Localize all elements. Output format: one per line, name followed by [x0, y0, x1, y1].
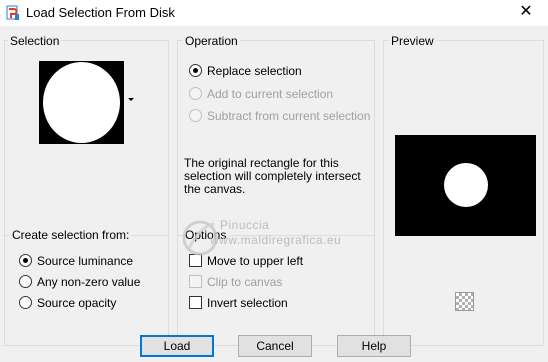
checkbox-label: Clip to canvas [207, 275, 283, 289]
operation-description: The original rectangle for this selectio… [184, 156, 361, 196]
operation-group-label: Operation [183, 34, 240, 48]
radio-label: Source opacity [37, 296, 117, 310]
app-icon [6, 5, 20, 21]
radio-label: Any non-zero value [37, 275, 141, 289]
radio-label: Source luminance [37, 254, 134, 268]
radio-label: Subtract from current selection [207, 109, 371, 123]
checkbox-clip-to-canvas: Clip to canvas [189, 274, 282, 290]
create-from-group [4, 235, 169, 346]
radio-label: Replace selection [207, 64, 302, 78]
radio-source-luminance[interactable]: Source luminance [19, 253, 133, 269]
dialog-client: Selection Operation Replace selection Ad… [0, 26, 548, 362]
selection-group-label: Selection [8, 34, 62, 48]
checkbox [189, 275, 202, 289]
selection-thumbnail[interactable] [39, 61, 124, 144]
title-bar: Load Selection From Disk ✕ [0, 0, 548, 26]
radio-add-to-selection: Add to current selection [189, 86, 333, 102]
radio-subtract-from-selection: Subtract from current selection [189, 108, 370, 124]
triangle-down-icon[interactable] [128, 98, 134, 101]
options-group-label: Options [183, 228, 229, 242]
preview-circle [444, 163, 488, 207]
load-button[interactable]: Load [140, 335, 214, 357]
radio-any-non-zero[interactable]: Any non-zero value [19, 274, 140, 290]
radio-button[interactable] [19, 275, 32, 289]
checkbox-label: Move to upper left [207, 254, 304, 268]
checkbox[interactable] [189, 296, 202, 310]
preview-group-label: Preview [389, 34, 436, 48]
preview-canvas [395, 135, 536, 236]
window-title: Load Selection From Disk [26, 5, 175, 20]
checkerboard-icon[interactable] [455, 292, 474, 311]
radio-button[interactable] [19, 296, 32, 310]
radio-button [189, 87, 202, 101]
checkbox-invert-selection[interactable]: Invert selection [189, 295, 288, 311]
radio-button[interactable] [19, 254, 32, 268]
radio-label: Add to current selection [207, 87, 334, 101]
checkbox-move-to-upper-left[interactable]: Move to upper left [189, 253, 303, 269]
checkbox-label: Invert selection [207, 296, 288, 310]
close-icon[interactable]: ✕ [515, 2, 537, 22]
radio-replace-selection[interactable]: Replace selection [189, 63, 302, 79]
radio-button [189, 109, 202, 123]
cancel-button[interactable]: Cancel [238, 335, 312, 357]
selection-circle [43, 62, 120, 143]
radio-button[interactable] [189, 64, 202, 78]
create-from-group-label: Create selection from: [10, 228, 132, 242]
radio-source-opacity[interactable]: Source opacity [19, 295, 116, 311]
options-group [177, 235, 375, 346]
checkbox[interactable] [189, 254, 202, 268]
help-button[interactable]: Help [337, 335, 411, 357]
